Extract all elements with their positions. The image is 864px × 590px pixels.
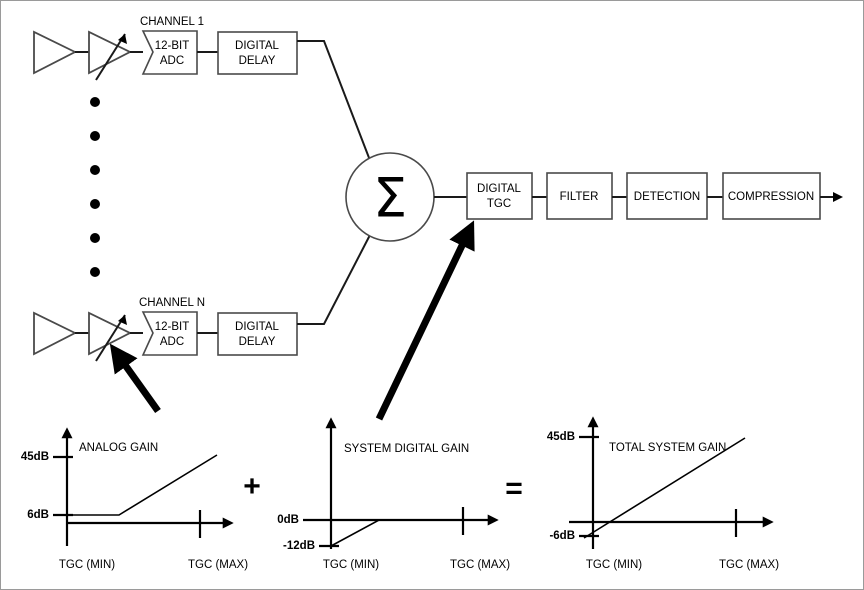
digital-gain-x-label-min: TGC (MIN) bbox=[323, 559, 379, 571]
channel-1-preamp-icon bbox=[33, 30, 78, 75]
channel-n-wire-to-summation bbox=[297, 232, 372, 325]
channel-1-adc-block bbox=[141, 30, 198, 75]
compression-label: COMPRESSION bbox=[728, 191, 814, 203]
total-gain-title: TOTAL SYSTEM GAIN bbox=[609, 442, 726, 454]
summation-node: Σ bbox=[345, 152, 435, 242]
analog-gain-curve bbox=[67, 454, 218, 516]
channel-1-label: CHANNEL 1 bbox=[140, 16, 204, 28]
total-gain-y-label-bottom: -6dB bbox=[549, 530, 575, 542]
channel-n-preamp-icon bbox=[33, 311, 78, 356]
channel-n-delay-block bbox=[217, 312, 298, 356]
analog-gain-y-label-bottom: 6dB bbox=[27, 509, 49, 521]
analog-gain-title: ANALOG GAIN bbox=[79, 442, 158, 454]
total-gain-y-label-top: 45dB bbox=[547, 431, 575, 443]
ellipsis-dot bbox=[90, 165, 100, 175]
analog-gain-x-label-min: TGC (MIN) bbox=[59, 559, 115, 571]
diagram-canvas: 12-BIT ADC CHANNEL 1 DIGITAL DELAY 12-BI… bbox=[0, 0, 864, 590]
total-gain-x-label-min: TGC (MIN) bbox=[586, 559, 642, 571]
channel-1-adc-label-line2: ADC bbox=[160, 55, 184, 67]
ellipsis-dot bbox=[90, 131, 100, 141]
analog-gain-plot: 45dB 6dB TGC (MIN) TGC (MAX) ANALOG GAIN bbox=[21, 427, 248, 571]
system-digital-gain-plot: 0dB -12dB TGC (MIN) TGC (MAX) SYSTEM DIG… bbox=[277, 417, 510, 571]
ellipsis-dot bbox=[90, 267, 100, 277]
channel-n-adc-label-line2: ADC bbox=[160, 336, 184, 348]
channel-n-group: 12-BIT ADC CHANNEL N DIGITAL DELAY bbox=[33, 232, 372, 362]
analog-gain-y-label-top: 45dB bbox=[21, 451, 49, 463]
plus-operator: + bbox=[243, 470, 261, 503]
channel-n-delay-label-line2: DELAY bbox=[239, 336, 276, 348]
total-gain-x-label-max: TGC (MAX) bbox=[719, 559, 779, 571]
detection-label: DETECTION bbox=[634, 191, 700, 203]
processing-chain: DIGITAL TGC FILTER DETECTION COMPRESSION bbox=[434, 172, 843, 220]
digital-gain-x-label-max: TGC (MAX) bbox=[450, 559, 510, 571]
equals-operator: = bbox=[505, 472, 523, 505]
ellipsis-dot bbox=[90, 97, 100, 107]
digital-tgc-label-line2: TGC bbox=[487, 198, 511, 210]
channel-n-adc-label-line1: 12-BIT bbox=[155, 321, 190, 333]
digital-gain-callout-arrow bbox=[375, 220, 475, 421]
digital-gain-title: SYSTEM DIGITAL GAIN bbox=[344, 443, 469, 455]
channel-n-label: CHANNEL N bbox=[139, 297, 205, 309]
channel-1-delay-block bbox=[217, 31, 298, 75]
channel-ellipsis bbox=[90, 97, 100, 277]
channel-1-group: 12-BIT ADC CHANNEL 1 DIGITAL DELAY bbox=[33, 16, 372, 164]
channel-1-delay-label-line1: DIGITAL bbox=[235, 40, 279, 52]
digital-tgc-label-line1: DIGITAL bbox=[477, 183, 521, 195]
signal-chain-diagram: 12-BIT ADC CHANNEL 1 DIGITAL DELAY 12-BI… bbox=[21, 16, 843, 571]
filter-label: FILTER bbox=[560, 191, 599, 203]
digital-tgc-block bbox=[466, 172, 533, 220]
sigma-icon: Σ bbox=[373, 167, 407, 230]
channel-1-adc-label-line1: 12-BIT bbox=[155, 40, 190, 52]
ellipsis-dot bbox=[90, 199, 100, 209]
digital-gain-curve bbox=[330, 519, 479, 547]
channel-1-wire-to-summation bbox=[297, 40, 372, 164]
channel-1-delay-label-line2: DELAY bbox=[239, 55, 276, 67]
ellipsis-dot bbox=[90, 233, 100, 243]
channel-n-delay-label-line1: DIGITAL bbox=[235, 321, 279, 333]
digital-gain-y-label-top: 0dB bbox=[277, 514, 299, 526]
channel-n-adc-block bbox=[141, 311, 198, 356]
digital-gain-y-label-bottom: -12dB bbox=[283, 540, 315, 552]
total-system-gain-plot: 45dB -6dB TGC (MIN) TGC (MAX) TOTAL SYST… bbox=[547, 416, 779, 571]
analog-gain-callout-arrow bbox=[109, 343, 161, 414]
analog-gain-x-label-max: TGC (MAX) bbox=[188, 559, 248, 571]
